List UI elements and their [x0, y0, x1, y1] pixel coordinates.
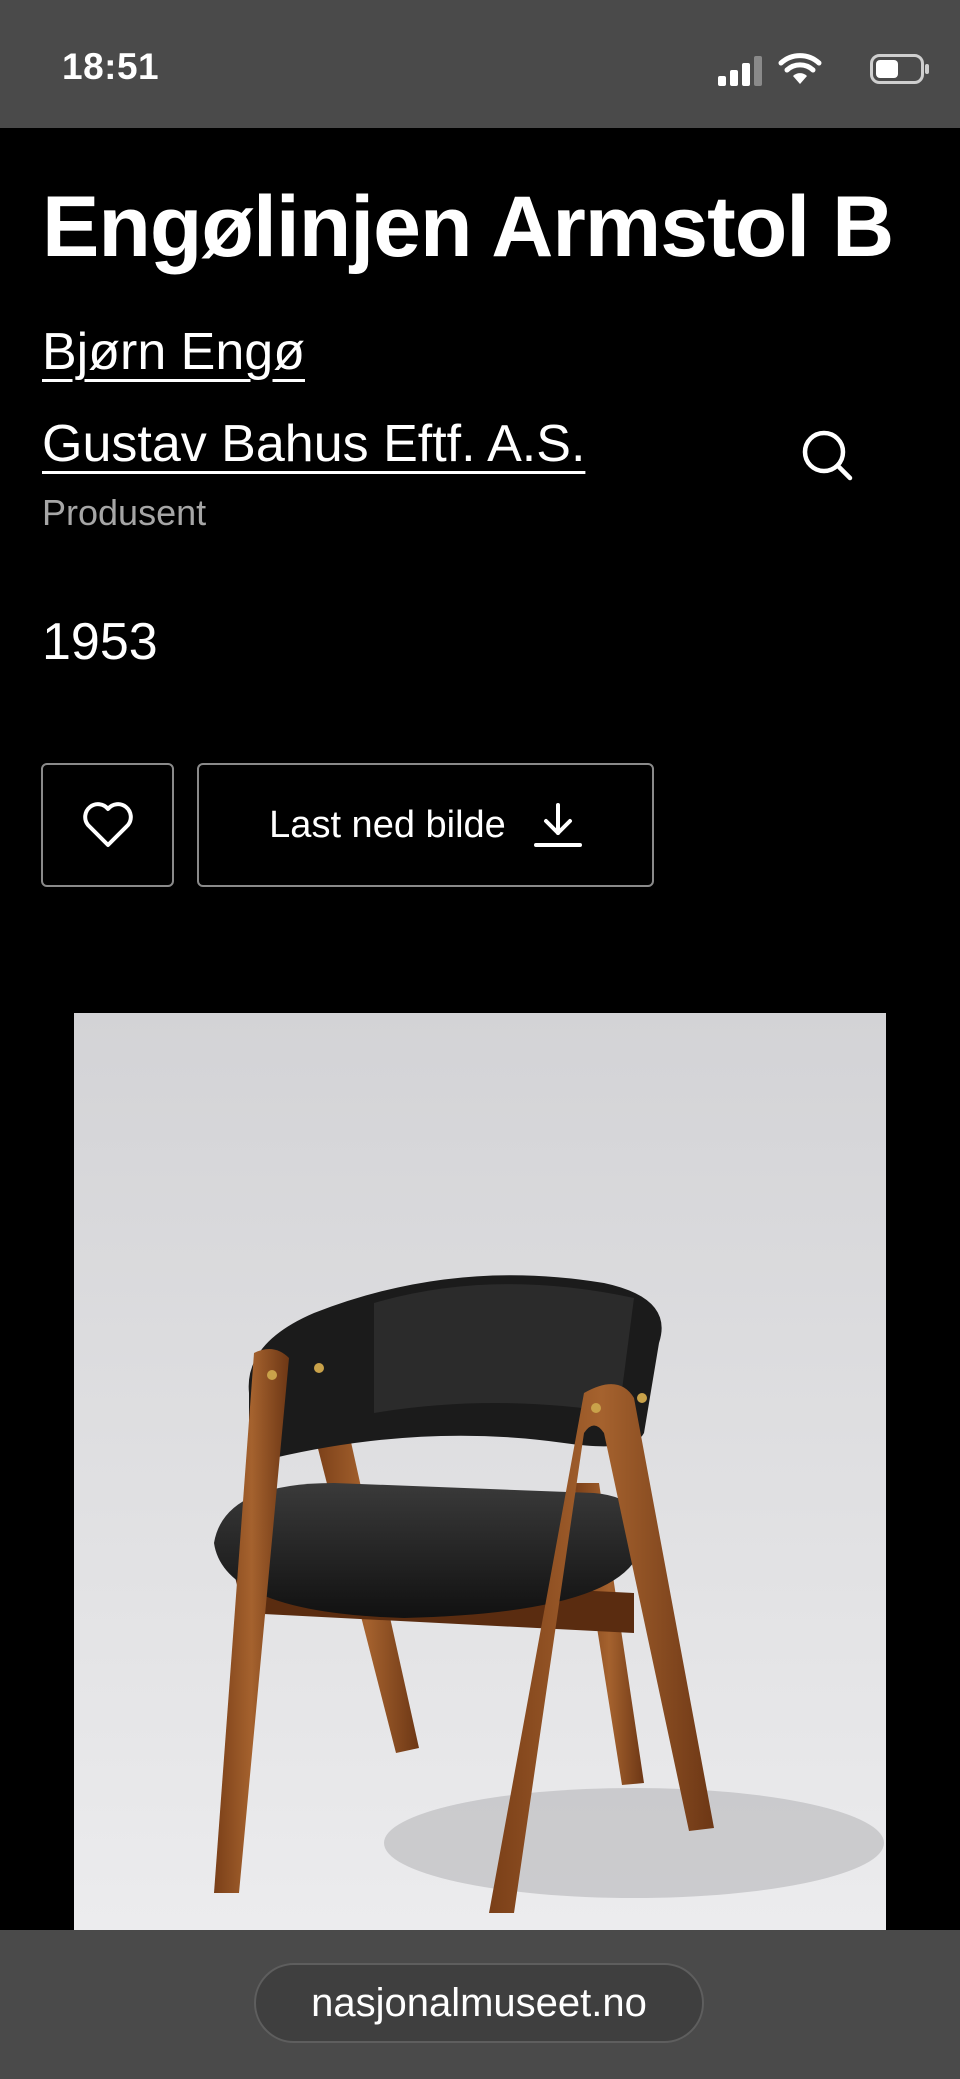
page-title: Engølinjen Armstol B: [42, 179, 894, 275]
heart-icon: [82, 802, 133, 847]
browser-bottom-bar: nasjonalmuseet.no: [0, 1930, 960, 2079]
status-bar: 18:51: [0, 0, 960, 128]
status-time: 18:51: [62, 46, 160, 87]
creator-link[interactable]: Bjørn Engø: [42, 322, 305, 382]
battery-icon: [870, 54, 929, 84]
search-button[interactable]: [796, 424, 860, 488]
signal-icon: [718, 56, 762, 86]
address-bar[interactable]: nasjonalmuseet.no: [254, 1963, 704, 2043]
download-icon: [533, 803, 582, 847]
chair-image: [74, 1013, 886, 1933]
wifi-icon: [778, 53, 822, 84]
download-button-label: Last ned bilde: [269, 803, 506, 846]
search-icon: [802, 430, 853, 481]
favorite-button[interactable]: [41, 763, 174, 887]
artwork-image[interactable]: [74, 1013, 886, 1933]
download-image-button[interactable]: Last ned bilde: [197, 763, 654, 887]
producer-link[interactable]: Gustav Bahus Eftf. A.S.: [42, 414, 585, 474]
status-icons: [670, 52, 930, 88]
producer-role-label: Produsent: [42, 492, 207, 533]
year-label: 1953: [42, 613, 158, 671]
